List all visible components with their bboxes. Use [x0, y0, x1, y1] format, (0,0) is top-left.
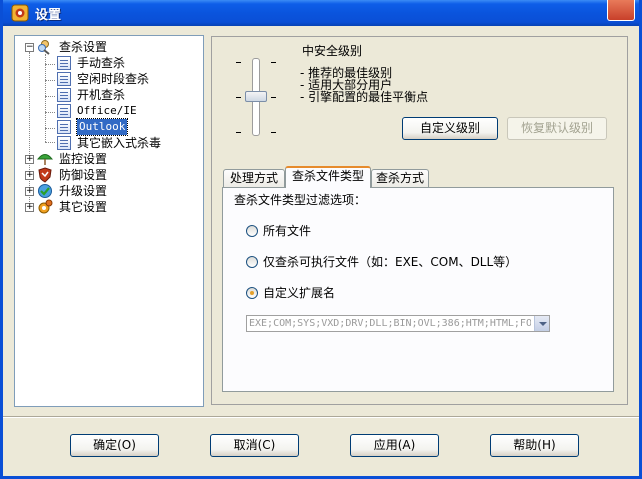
- ok-button[interactable]: 确定(O): [70, 434, 159, 457]
- globe-update-icon: [38, 184, 52, 198]
- security-level-title: 中安全级别: [302, 44, 363, 58]
- document-icon: [57, 136, 71, 150]
- slider-tick: [271, 132, 276, 133]
- custom-level-button[interactable]: 自定义级别: [402, 117, 498, 140]
- radio-label: 所有文件: [263, 224, 312, 238]
- tab-scan-file-types[interactable]: 查杀文件类型: [285, 166, 371, 188]
- slider-tick: [271, 62, 276, 63]
- extensions-value: EXE;COM;SYS;VXD;DRV;DLL;BIN;OVL;386;HTM;…: [249, 318, 531, 329]
- tree-node-label: 开机查杀: [77, 88, 126, 102]
- radio-label: 仅查杀可执行文件（如：EXE、COM、DLL等）: [263, 255, 518, 269]
- tree-node-label: 查杀设置: [59, 40, 108, 54]
- tree-node-label: 空闲时段查杀: [77, 72, 150, 86]
- radio-label: 自定义扩展名: [263, 286, 336, 300]
- shield-app-icon: [11, 4, 29, 22]
- document-icon: [57, 88, 71, 102]
- tree-node-label-selected: Outlook: [75, 118, 129, 136]
- slider-tick: [236, 62, 241, 63]
- radio-button-checked[interactable]: [246, 287, 258, 299]
- tree-node-other-settings[interactable]: + 其它设置: [15, 199, 195, 215]
- tree-node-boot-scan[interactable]: 开机查杀: [15, 87, 195, 103]
- tree-node-update-settings[interactable]: + 升级设置: [15, 183, 195, 199]
- tree-node-embedded-scan[interactable]: 其它嵌入式杀毒: [15, 135, 195, 151]
- title-bar[interactable]: 设置: [3, 0, 639, 26]
- extensions-combobox[interactable]: EXE;COM;SYS;VXD;DRV;DLL;BIN;OVL;386;HTM;…: [246, 315, 550, 332]
- collapse-icon[interactable]: −: [25, 43, 34, 52]
- tree-node-label: 防御设置: [59, 168, 108, 182]
- document-icon: [57, 56, 71, 70]
- tree-node-manual-scan[interactable]: 手动查杀: [15, 55, 195, 71]
- tree-node-label: 升级设置: [59, 184, 108, 198]
- apply-button[interactable]: 应用(A): [350, 434, 439, 457]
- tree-node-monitor-settings[interactable]: + 监控设置: [15, 151, 195, 167]
- help-button[interactable]: 帮助(H): [490, 434, 579, 457]
- document-icon: [57, 120, 71, 134]
- umbrella-icon: [37, 154, 53, 165]
- close-button[interactable]: [607, 0, 635, 21]
- tree-node-label: 其它嵌入式杀毒: [77, 136, 162, 150]
- tab-scan-method[interactable]: 查杀方式: [371, 169, 429, 188]
- settings-tree[interactable]: − 查杀设置 手动查杀 空闲时段查杀 开机查杀 Office/IE Outloo…: [14, 35, 204, 407]
- expand-icon[interactable]: +: [25, 171, 34, 180]
- slider-tick: [236, 97, 241, 98]
- document-icon: [57, 104, 71, 118]
- tree-node-label: 其它设置: [59, 200, 108, 214]
- expand-icon[interactable]: +: [25, 203, 34, 212]
- gear-icon: [38, 199, 53, 214]
- radio-button[interactable]: [246, 256, 258, 268]
- file-type-filter-label: 查杀文件类型过滤选项：: [234, 193, 367, 207]
- radio-button[interactable]: [246, 225, 258, 237]
- tab-handling-method[interactable]: 处理方式: [223, 169, 285, 188]
- security-level-slider-thumb[interactable]: [245, 91, 267, 102]
- tree-node-label: 手动查杀: [77, 56, 126, 70]
- tree-node-outlook[interactable]: Outlook: [15, 118, 195, 136]
- footer-divider: [3, 416, 639, 417]
- restore-default-level-button[interactable]: 恢复默认级别: [507, 117, 607, 140]
- tree-node-idle-scan[interactable]: 空闲时段查杀: [15, 71, 195, 87]
- cancel-button[interactable]: 取消(C): [210, 434, 299, 457]
- chevron-down-icon[interactable]: [534, 316, 549, 331]
- tree-node-label: Office/IE: [77, 104, 137, 117]
- shield-icon: [38, 167, 52, 183]
- document-icon: [57, 72, 71, 86]
- expand-icon[interactable]: +: [25, 155, 34, 164]
- slider-tick: [236, 132, 241, 133]
- tree-node-defense-settings[interactable]: + 防御设置: [15, 167, 195, 183]
- security-level-description: - 引擎配置的最佳平衡点: [300, 90, 429, 104]
- tree-node-label: 监控设置: [59, 152, 108, 166]
- tree-node-office-ie[interactable]: Office/IE: [15, 103, 195, 119]
- tree-node-scan-settings[interactable]: − 查杀设置: [15, 39, 195, 55]
- magnifier-user-icon: [38, 40, 50, 55]
- slider-tick: [271, 97, 276, 98]
- window-title: 设置: [35, 8, 62, 23]
- expand-icon[interactable]: +: [25, 187, 34, 196]
